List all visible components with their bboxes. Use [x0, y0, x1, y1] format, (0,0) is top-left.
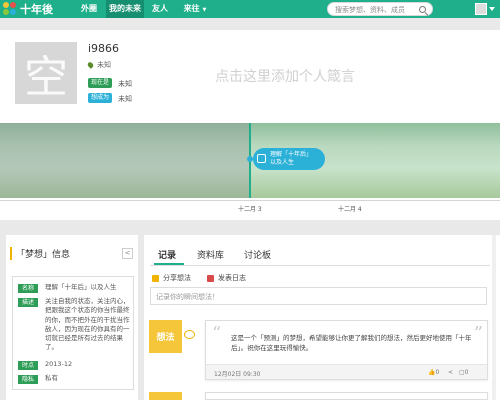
nav-outer-circle[interactable]: 外圈	[72, 0, 106, 18]
nav-contacts-label: 来往	[183, 4, 200, 13]
journal-icon	[207, 274, 214, 282]
post-journal-label: 发表日志	[218, 274, 246, 282]
tab-discussion[interactable]: 讨论板	[244, 248, 271, 261]
nav-contacts[interactable]: 来往 ▼	[178, 0, 212, 18]
user-avatar-small[interactable]	[475, 3, 487, 15]
current-status-tag: 现在是	[88, 78, 113, 88]
location: 未知	[86, 60, 111, 70]
timeline-tick-dec4: 十二月 4	[338, 206, 362, 213]
comment-bubble-icon	[184, 330, 195, 339]
info-value-name: 理解「十年后」以及人生	[45, 283, 117, 291]
bubble-line-2: 以及人生	[270, 159, 295, 166]
bubble-line-1: 理解「十年后」	[270, 151, 313, 158]
post-type-chip: 想法	[149, 320, 182, 353]
nav-my-future[interactable]: 我的未来	[106, 0, 144, 18]
past-shade	[0, 123, 250, 198]
avatar[interactable]: 空	[15, 42, 77, 104]
composer-placeholder: 记录你的瞬间想法！	[156, 293, 219, 301]
logo-icon	[3, 2, 17, 16]
post-journal-button[interactable]: 发表日志	[207, 273, 246, 283]
site-logo[interactable]: 十年後	[3, 2, 53, 16]
tab-divider	[150, 265, 490, 266]
idea-icon	[152, 274, 159, 282]
info-label-description: 描述	[18, 298, 38, 307]
post-card: “ 这是一个「预测」的梦想，希望能够让你更了解我们的想法，然后更好地使用「十年后…	[205, 320, 488, 380]
info-label-name: 名称	[18, 284, 38, 293]
goal-status-tag: 想成为	[88, 93, 113, 103]
share-idea-button[interactable]: 分享想法	[152, 273, 191, 283]
quote-close-icon: ”	[473, 323, 483, 344]
username: i9866	[88, 42, 120, 55]
comment-count: 0	[464, 369, 469, 376]
current-status-value: 未知	[118, 80, 132, 88]
chevron-down-icon: ▼	[202, 7, 207, 13]
info-label-time: 时点	[18, 361, 38, 370]
dream-icon	[257, 154, 266, 163]
comment-button[interactable]: ▢0	[459, 369, 469, 376]
info-label-privacy: 隐私	[18, 375, 38, 384]
post-type-chip-2	[149, 392, 182, 400]
like-count: 0	[435, 369, 440, 376]
scrollbar[interactable]	[492, 235, 496, 400]
info-value-time: 2013-12	[45, 360, 73, 368]
post-date: 12月02日 09:30	[214, 371, 261, 378]
quote-open-icon: “	[212, 323, 222, 344]
timeline-tick-dec3: 十二月 3	[238, 206, 262, 213]
post-card-2	[205, 392, 488, 400]
tab-library[interactable]: 资料库	[197, 248, 224, 261]
like-button[interactable]: 👍0	[428, 369, 439, 376]
goal-status-value: 未知	[118, 95, 132, 103]
timeline-dot	[247, 156, 253, 162]
dream-info-title: 「梦想」信息	[10, 247, 70, 260]
idea-composer[interactable]: 记录你的瞬间想法！	[150, 287, 487, 305]
location-pin-icon	[86, 61, 95, 69]
share-icon[interactable]: <	[122, 248, 133, 259]
logo-text: 十年後	[20, 3, 53, 16]
tab-records[interactable]: 记录	[158, 248, 176, 261]
search-icon[interactable]	[419, 6, 426, 13]
search-box[interactable]: 搜索梦想、资料、成员	[327, 2, 433, 16]
share-post-icon[interactable]: <	[448, 369, 453, 376]
timeline-dream-bubble[interactable]: 理解「十年后」 以及人生	[253, 148, 325, 170]
info-value-privacy: 私有	[45, 374, 58, 382]
nav-friends[interactable]: 友人	[146, 0, 174, 18]
info-value-description: 关注自我的状态，关注内心，把跟我这个状态的你当作最终的你，而不把外在的干扰当作敌…	[45, 297, 130, 352]
search-input[interactable]: 搜索梦想、资料、成员	[335, 5, 405, 15]
timeline-axis-line	[0, 200, 500, 201]
share-idea-label: 分享想法	[163, 274, 191, 282]
location-text: 未知	[97, 61, 111, 69]
post-text: 这是一个「预测」的梦想，希望能够让你更了解我们的想法，然后更好地使用「十年后」。…	[231, 334, 472, 352]
motto-placeholder[interactable]: 点击这里添加个人箴言	[215, 66, 355, 86]
post-footer: 12月02日 09:30 👍0 < ▢0	[206, 364, 487, 379]
account-menu-caret-icon[interactable]	[489, 7, 495, 11]
